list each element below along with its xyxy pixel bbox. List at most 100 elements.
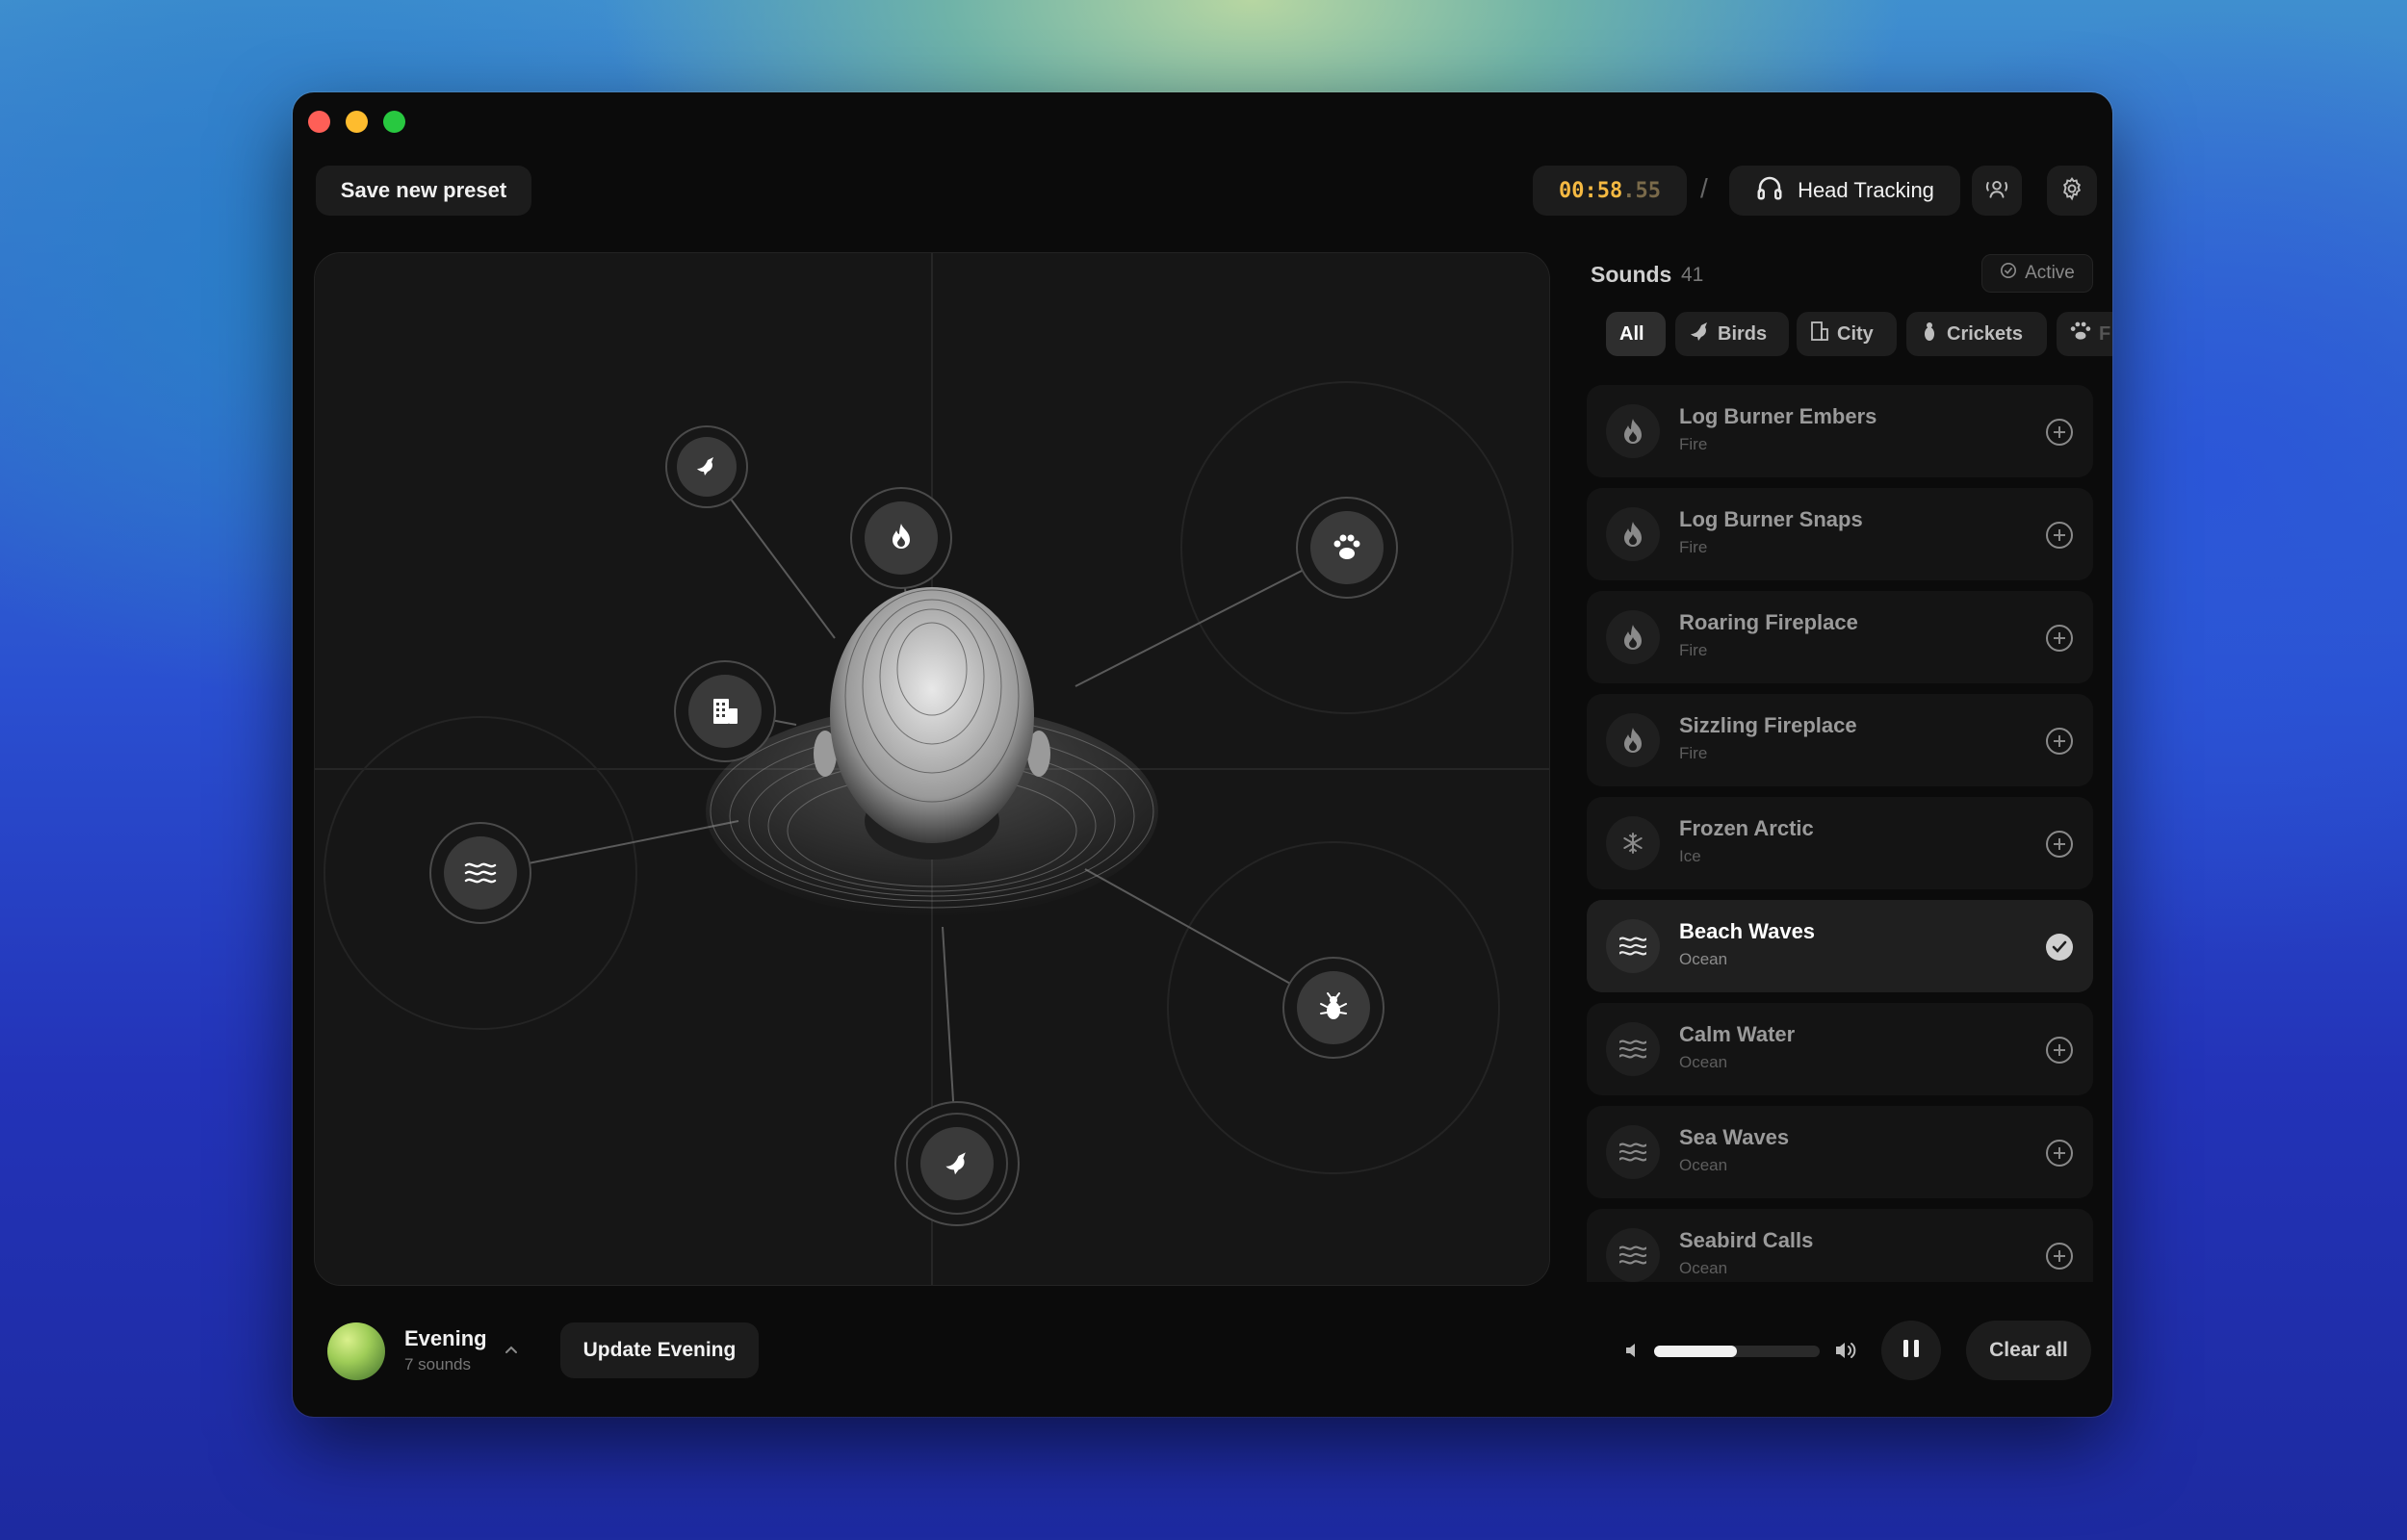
timer-main: 00:58 [1559, 178, 1623, 203]
sound-row[interactable]: Roaring Fireplace Fire [1587, 591, 2093, 683]
check-circle-icon [2000, 262, 2017, 285]
sounds-title: Sounds [1591, 262, 1672, 287]
elapsed-timer: 00:58.55 [1533, 166, 1687, 216]
bird-icon [1689, 321, 1710, 347]
add-sound-button[interactable] [2045, 727, 2074, 756]
sound-category: Ice [1679, 847, 1701, 865]
timer-fraction: .55 [1622, 178, 1661, 203]
preset-avatar[interactable] [327, 1322, 385, 1380]
sound-source-animal[interactable] [1296, 497, 1398, 599]
category-filters: All Birds City Crickets F [1598, 312, 2112, 358]
head-tracking-label: Head Tracking [1798, 178, 1934, 202]
sound-source-city[interactable] [674, 660, 776, 762]
sound-source-fire[interactable] [850, 487, 952, 589]
sound-category: Fire [1679, 641, 1708, 659]
waves-icon [1606, 919, 1660, 973]
filter-city[interactable]: City [1797, 312, 1897, 356]
headphones-icon [1755, 173, 1784, 208]
sound-name: Sea Waves [1679, 1125, 1790, 1149]
filter-crickets[interactable]: Crickets [1906, 312, 2047, 356]
sound-row[interactable]: Log Burner Embers Fire [1587, 385, 2093, 477]
add-sound-button[interactable] [2045, 418, 2074, 447]
timer-separator: / [1700, 173, 1708, 203]
sound-row[interactable]: Seabird Calls Ocean [1587, 1209, 2093, 1282]
sound-row[interactable]: Log Burner Snaps Fire [1587, 488, 2093, 580]
add-sound-button[interactable] [2045, 521, 2074, 550]
filter-birds-label: Birds [1718, 322, 1768, 345]
save-new-preset-button[interactable]: Save new preset [316, 166, 531, 216]
filter-all-label: All [1619, 322, 1644, 345]
bug-icon [1920, 321, 1939, 347]
soundstage-canvas[interactable] [314, 252, 1550, 1286]
volume-slider[interactable] [1654, 1346, 1820, 1357]
active-filter-toggle[interactable]: Active [1981, 254, 2093, 293]
added-check-button[interactable] [2045, 933, 2074, 962]
preset-sound-count: 7 sounds [404, 1355, 471, 1373]
flame-icon [1606, 610, 1660, 664]
gear-icon [2059, 176, 2084, 206]
waves-icon [1606, 1125, 1660, 1179]
preset-name[interactable]: Evening [404, 1326, 487, 1351]
sound-name: Frozen Arctic [1679, 816, 1814, 840]
person-wave-icon [1984, 176, 2009, 206]
settings-button[interactable] [2047, 166, 2097, 216]
window-close-button[interactable] [308, 111, 330, 133]
chevron-up-icon[interactable] [501, 1340, 522, 1366]
sounds-list: Log Burner Embers Fire Log Burner Snaps … [1587, 385, 2095, 1282]
sound-row[interactable]: Calm Water Ocean [1587, 1003, 2093, 1095]
add-sound-button[interactable] [2045, 1036, 2074, 1065]
waves-icon [1606, 1228, 1660, 1282]
filter-animals-label: F [2099, 322, 2111, 345]
update-preset-button[interactable]: Update Evening [560, 1322, 759, 1378]
filter-all[interactable]: All [1606, 312, 1666, 356]
pause-button[interactable] [1881, 1321, 1941, 1380]
add-sound-button[interactable] [2045, 624, 2074, 653]
waves-icon [1606, 1022, 1660, 1076]
sound-row[interactable]: Sizzling Fireplace Fire [1587, 694, 2093, 786]
sound-row-selected[interactable]: Beach Waves Ocean [1587, 900, 2093, 992]
volume-slider-fill [1654, 1346, 1737, 1357]
volume-low-icon[interactable] [1623, 1340, 1644, 1366]
sound-name: Seabird Calls [1679, 1228, 1814, 1252]
app-window: Save new preset 00:58.55 / Head Tracking [293, 92, 2112, 1417]
pause-icon [1901, 1337, 1922, 1365]
sound-source-crickets[interactable] [1282, 957, 1385, 1059]
sound-category: Ocean [1679, 1259, 1728, 1277]
sound-name: Roaring Fireplace [1679, 610, 1858, 634]
sound-source-bird-top[interactable] [665, 425, 748, 508]
snowflake-icon [1606, 816, 1660, 870]
filter-birds[interactable]: Birds [1675, 312, 1789, 356]
flame-icon [1606, 713, 1660, 767]
sound-category: Fire [1679, 538, 1708, 556]
filter-city-label: City [1837, 322, 1874, 345]
add-sound-button[interactable] [2045, 830, 2074, 859]
window-zoom-button[interactable] [383, 111, 405, 133]
sound-row[interactable]: Frozen Arctic Ice [1587, 797, 2093, 889]
add-sound-button[interactable] [2045, 1242, 2074, 1270]
clear-all-button[interactable]: Clear all [1966, 1321, 2091, 1380]
window-minimize-button[interactable] [346, 111, 368, 133]
sounds-count: 41 [1681, 264, 1704, 286]
building-icon [1810, 321, 1829, 347]
sound-name: Log Burner Embers [1679, 404, 1877, 428]
flame-icon [1606, 507, 1660, 561]
sound-category: Ocean [1679, 1053, 1728, 1071]
sound-source-waves[interactable] [429, 822, 531, 924]
active-label: Active [2025, 263, 2075, 283]
paw-icon [2070, 321, 2091, 347]
filter-crickets-label: Crickets [1947, 322, 2023, 345]
head-tracking-button[interactable]: Head Tracking [1729, 166, 1960, 216]
add-sound-button[interactable] [2045, 1139, 2074, 1168]
flame-icon [1606, 404, 1660, 458]
sound-name: Calm Water [1679, 1022, 1796, 1046]
sound-row[interactable]: Sea Waves Ocean [1587, 1106, 2093, 1198]
sound-category: Ocean [1679, 950, 1728, 968]
listener-head [706, 587, 1158, 917]
volume-high-icon[interactable] [1833, 1338, 1860, 1368]
sound-source-bird-bottom[interactable] [894, 1101, 1020, 1226]
sound-category: Fire [1679, 744, 1708, 762]
filter-animals[interactable]: F [2057, 312, 2112, 356]
listener-button[interactable] [1972, 166, 2022, 216]
sound-category: Fire [1679, 435, 1708, 453]
sound-name: Sizzling Fireplace [1679, 713, 1857, 737]
